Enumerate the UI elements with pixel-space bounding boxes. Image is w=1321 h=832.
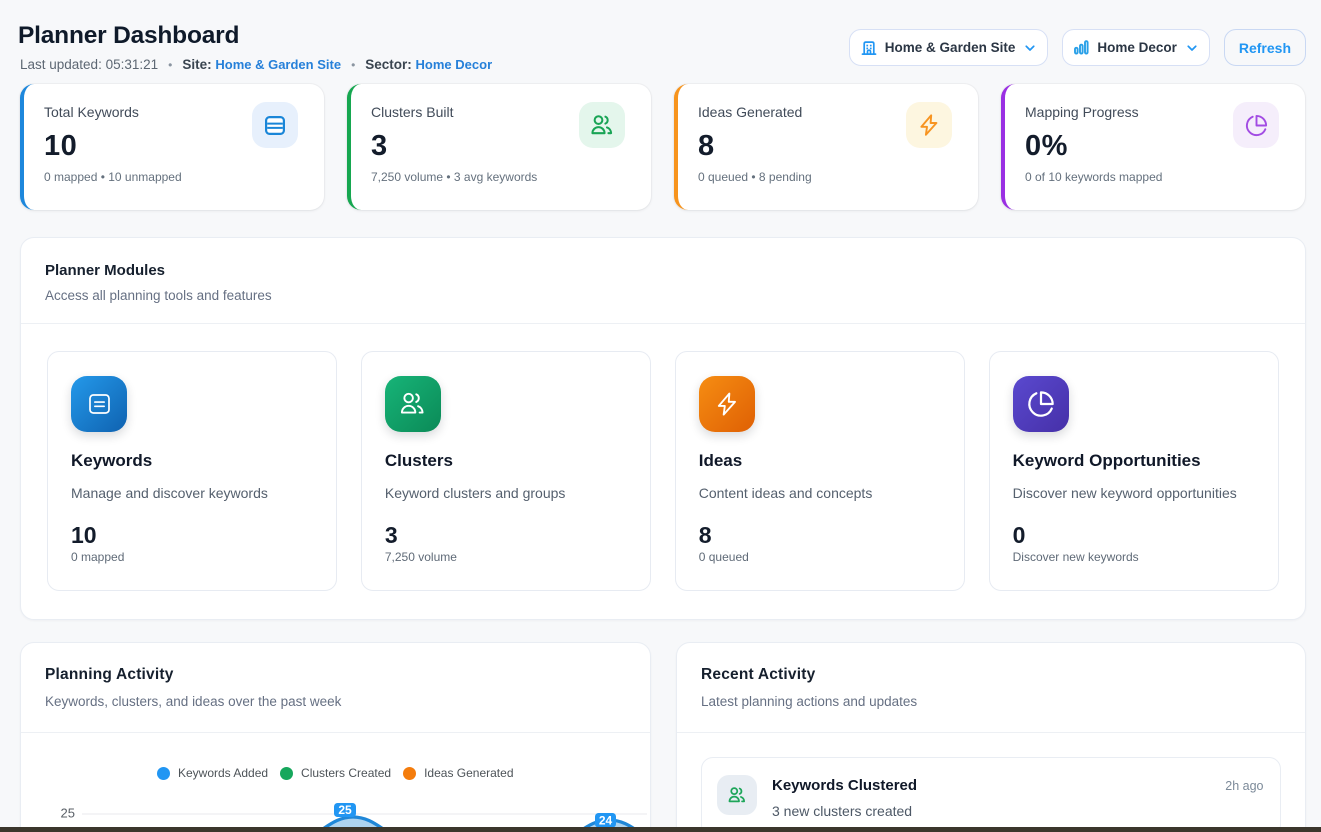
svg-text:25: 25 — [61, 806, 75, 821]
svg-text:24: 24 — [599, 814, 613, 828]
svg-text:25: 25 — [338, 803, 352, 817]
